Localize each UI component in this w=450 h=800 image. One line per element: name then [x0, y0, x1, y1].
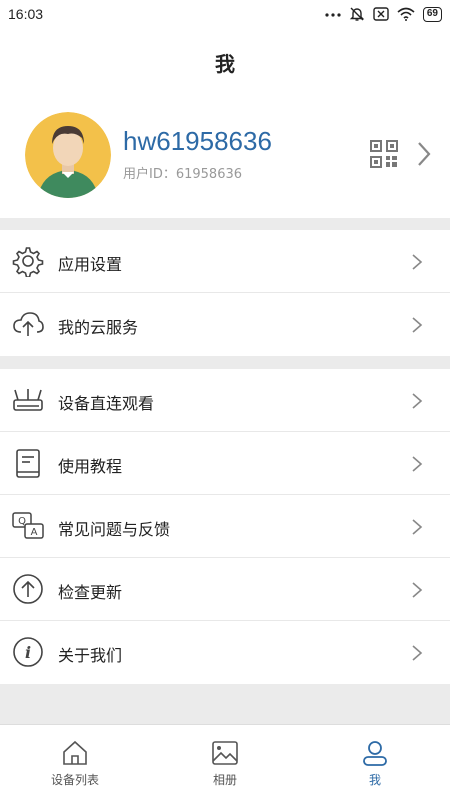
svg-text:A: A	[31, 527, 38, 538]
chevron-right-icon	[412, 254, 423, 270]
book-icon	[16, 449, 40, 478]
cloud-upload-icon	[13, 312, 44, 336]
menu-item-tutorial[interactable]: 使用教程	[0, 432, 450, 495]
status-icons: 69	[325, 6, 442, 22]
sim-off-icon	[373, 7, 389, 21]
chevron-right-icon[interactable]	[414, 140, 434, 168]
person-icon	[363, 741, 387, 766]
chevron-right-icon	[412, 393, 423, 409]
menu-label: 关于我们	[58, 646, 123, 665]
username: hw61958636	[123, 126, 272, 156]
more-dots-icon	[325, 13, 341, 17]
menu-label: 设备直连观看	[58, 394, 155, 413]
settings-section: 应用设置 我的云服务	[0, 230, 450, 356]
chevron-right-icon	[412, 317, 423, 333]
image-icon	[212, 741, 238, 765]
battery-icon: 69	[422, 6, 442, 22]
router-icon	[13, 389, 43, 411]
profile-card[interactable]: hw61958636 用户ID：61958636	[0, 92, 450, 218]
svg-text:i: i	[25, 643, 31, 662]
menu-label: 检查更新	[58, 583, 123, 602]
menu-item-about[interactable]: i 关于我们	[0, 621, 450, 684]
info-icon: i	[13, 637, 43, 667]
tab-label: 我	[368, 773, 381, 787]
tab-label: 相册	[212, 773, 237, 787]
menu-item-cloud-service[interactable]: 我的云服务	[0, 293, 450, 356]
chevron-right-icon	[412, 456, 423, 472]
qr-code-icon[interactable]	[370, 140, 398, 168]
menu-label: 常见问题与反馈	[58, 520, 171, 539]
bottom-tab-bar: 设备列表 相册 我	[0, 724, 450, 800]
user-id: 用户ID：61958636	[123, 167, 243, 182]
status-time: 16:03	[8, 6, 44, 22]
chevron-right-icon	[412, 645, 423, 661]
menu-item-check-update[interactable]: 检查更新	[0, 558, 450, 621]
arrow-up-circle-icon	[13, 574, 43, 604]
qa-icon: Q A	[12, 512, 44, 539]
gear-icon	[12, 247, 44, 277]
menu-label: 我的云服务	[58, 318, 139, 337]
menu-item-faq[interactable]: Q A 常见问题与反馈	[0, 495, 450, 558]
tab-label: 设备列表	[50, 773, 99, 787]
chevron-right-icon	[412, 519, 423, 535]
tab-me[interactable]: 我	[300, 725, 450, 800]
bell-off-icon	[349, 7, 365, 21]
wifi-icon	[397, 7, 415, 21]
tab-device-list[interactable]: 设备列表	[0, 725, 150, 800]
tab-album[interactable]: 相册	[150, 725, 300, 800]
page-title: 我	[215, 52, 235, 76]
avatar[interactable]	[25, 112, 111, 198]
menu-label: 应用设置	[58, 255, 123, 274]
home-icon	[63, 740, 87, 765]
title-bar: 我	[0, 30, 450, 92]
menu-label: 使用教程	[58, 457, 123, 476]
status-bar: 16:03 69	[0, 0, 450, 30]
help-section: 设备直连观看 使用教程 Q A 常见问题与反馈 检查更新 i 关于我们	[0, 369, 450, 684]
menu-item-direct-view[interactable]: 设备直连观看	[0, 369, 450, 432]
menu-item-app-settings[interactable]: 应用设置	[0, 230, 450, 293]
chevron-right-icon	[412, 582, 423, 598]
